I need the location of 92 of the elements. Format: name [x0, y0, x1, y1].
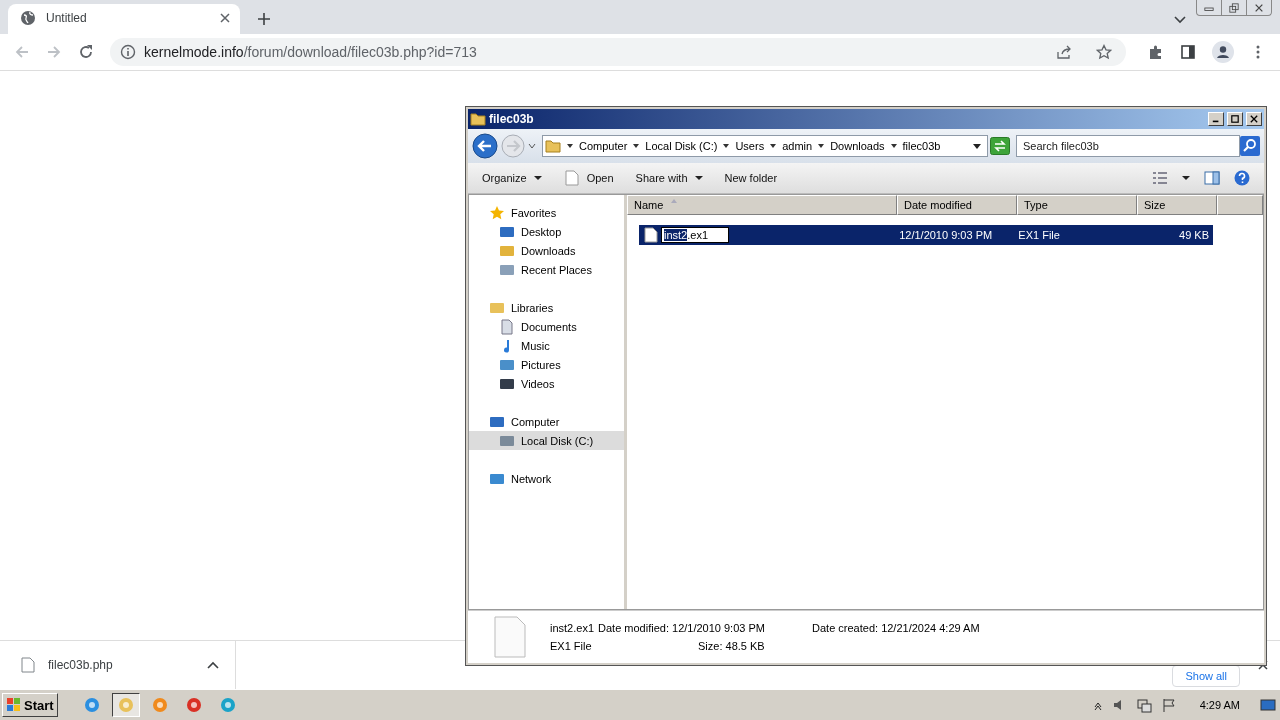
breadcrumb-item[interactable]: Computer [579, 140, 628, 152]
nav-item[interactable]: Libraries [469, 298, 624, 317]
detail-text: Date modified: 12/1/2010 9:03 PM [598, 622, 766, 634]
breadcrumb-item[interactable]: filec03b [902, 140, 941, 152]
profile-icon[interactable] [1212, 41, 1234, 63]
file-type-text: EX1 File [550, 640, 593, 652]
chevron-up-icon[interactable] [207, 661, 219, 669]
show-all-button[interactable]: Show all [1172, 665, 1240, 687]
clock-text: 4:29 AM [1199, 699, 1240, 711]
app-icon [219, 697, 236, 713]
file-row[interactable]: inst2.ex1 12/1/2010 9:03 PM EX1 File 49 KB [639, 225, 1213, 245]
close-icon [1250, 115, 1258, 123]
nav-item[interactable]: Pictures [469, 355, 624, 374]
caret-icon[interactable] [723, 143, 730, 149]
document-icon [499, 318, 515, 335]
app-icon [151, 697, 168, 713]
side-panel-icon[interactable] [1180, 44, 1196, 60]
breadcrumb-item[interactable]: Local Disk (C:) [645, 140, 718, 152]
breadcrumb-item[interactable]: Downloads [830, 140, 885, 152]
app-icon [83, 697, 100, 713]
search-field[interactable]: Search filec03b [1016, 135, 1240, 157]
nav-item[interactable]: Videos [469, 374, 624, 393]
nav-item[interactable]: Downloads [469, 241, 624, 260]
address-field[interactable]: Computer Local Disk (C:) Users admin Downloads filec03b [542, 135, 988, 157]
browser-tab[interactable]: Untitled [8, 4, 240, 34]
file-icon [20, 657, 36, 673]
show-desktop-icon[interactable] [1260, 697, 1276, 713]
caret-icon[interactable] [633, 143, 640, 149]
command-button[interactable]: Share with [631, 170, 707, 186]
sort-arrow-icon [671, 198, 678, 204]
reload-icon[interactable] [78, 44, 94, 60]
caret-icon[interactable] [770, 143, 777, 149]
column-header[interactable]: Date modified [897, 195, 1017, 215]
maximize-icon [1231, 115, 1239, 123]
dropdown-arrow-icon[interactable] [1182, 174, 1190, 182]
rename-field[interactable]: inst2.ex1 [661, 227, 729, 243]
share-icon[interactable] [1056, 44, 1072, 60]
windows-logo-icon [6, 697, 22, 713]
star-icon[interactable] [1096, 44, 1112, 60]
column-header[interactable]: Size [1137, 195, 1217, 215]
refresh-icon[interactable] [990, 137, 1010, 155]
close-button[interactable] [1246, 112, 1262, 126]
nav-item[interactable]: Documents [469, 317, 624, 336]
tab-title: Untitled [46, 11, 88, 25]
globe-icon [20, 10, 36, 26]
breadcrumb-item[interactable]: admin [782, 140, 813, 152]
nav-item[interactable]: Music [469, 336, 624, 355]
detail-text: Date created: 12/21/2024 4:29 AM [812, 622, 980, 634]
caret-icon [533, 174, 542, 182]
app-icon [185, 697, 202, 713]
nav-item[interactable]: Desktop [469, 222, 624, 241]
puzzle-icon[interactable] [1148, 44, 1164, 60]
command-button[interactable]: New folder [720, 170, 782, 186]
star-icon [489, 204, 505, 221]
nav-item[interactable]: Network [469, 469, 624, 488]
dropdown-arrow-icon[interactable] [973, 142, 981, 150]
view-options-icon[interactable] [1152, 170, 1168, 186]
caret-icon [694, 174, 703, 182]
detail-text: Size: 48.5 KB [697, 640, 766, 652]
chevron-down-icon[interactable] [1174, 16, 1186, 24]
new-tab-icon[interactable] [257, 12, 271, 26]
file-icon [494, 616, 526, 658]
info-icon[interactable] [120, 44, 136, 60]
nav-item[interactable]: Recent Places [469, 260, 624, 279]
caret-icon[interactable] [567, 143, 573, 149]
search-icon[interactable] [1240, 136, 1260, 156]
nav-item[interactable]: Computer [469, 412, 624, 431]
window-title: filec03b [489, 112, 534, 126]
address-bar[interactable]: kernelmode.info/forum/download/filec03b.php?id=713 [110, 38, 1126, 66]
file-name-text: inst2.ex1 [550, 622, 595, 634]
column-header[interactable]: Name [627, 195, 897, 215]
breadcrumb-item[interactable]: Users [735, 140, 765, 152]
command-button[interactable]: Organize [478, 170, 546, 186]
command-button[interactable]: Open [559, 168, 618, 188]
window-controls-drawing[interactable] [1196, 0, 1272, 16]
close-icon[interactable] [220, 13, 230, 23]
file-icon [563, 170, 580, 186]
preview-pane-icon[interactable] [1204, 170, 1220, 186]
back-icon[interactable] [472, 133, 498, 159]
taskbar-app-button[interactable] [111, 693, 140, 717]
maximize-button[interactable] [1227, 112, 1243, 126]
start-button[interactable]: Start [2, 693, 58, 717]
nav-item[interactable]: Favorites [469, 203, 624, 222]
url-text: kernelmode.info/forum/download/filec03b.php?id=713 [144, 44, 477, 60]
minimize-button[interactable] [1208, 112, 1224, 126]
help-icon[interactable] [1234, 170, 1250, 186]
app-icon [117, 697, 134, 713]
caret-icon[interactable] [890, 143, 897, 149]
file-icon [643, 227, 659, 243]
caret-icon[interactable] [818, 143, 825, 149]
nav-item[interactable]: Local Disk (C:) [469, 431, 624, 450]
column-header[interactable]: Type [1017, 195, 1137, 215]
